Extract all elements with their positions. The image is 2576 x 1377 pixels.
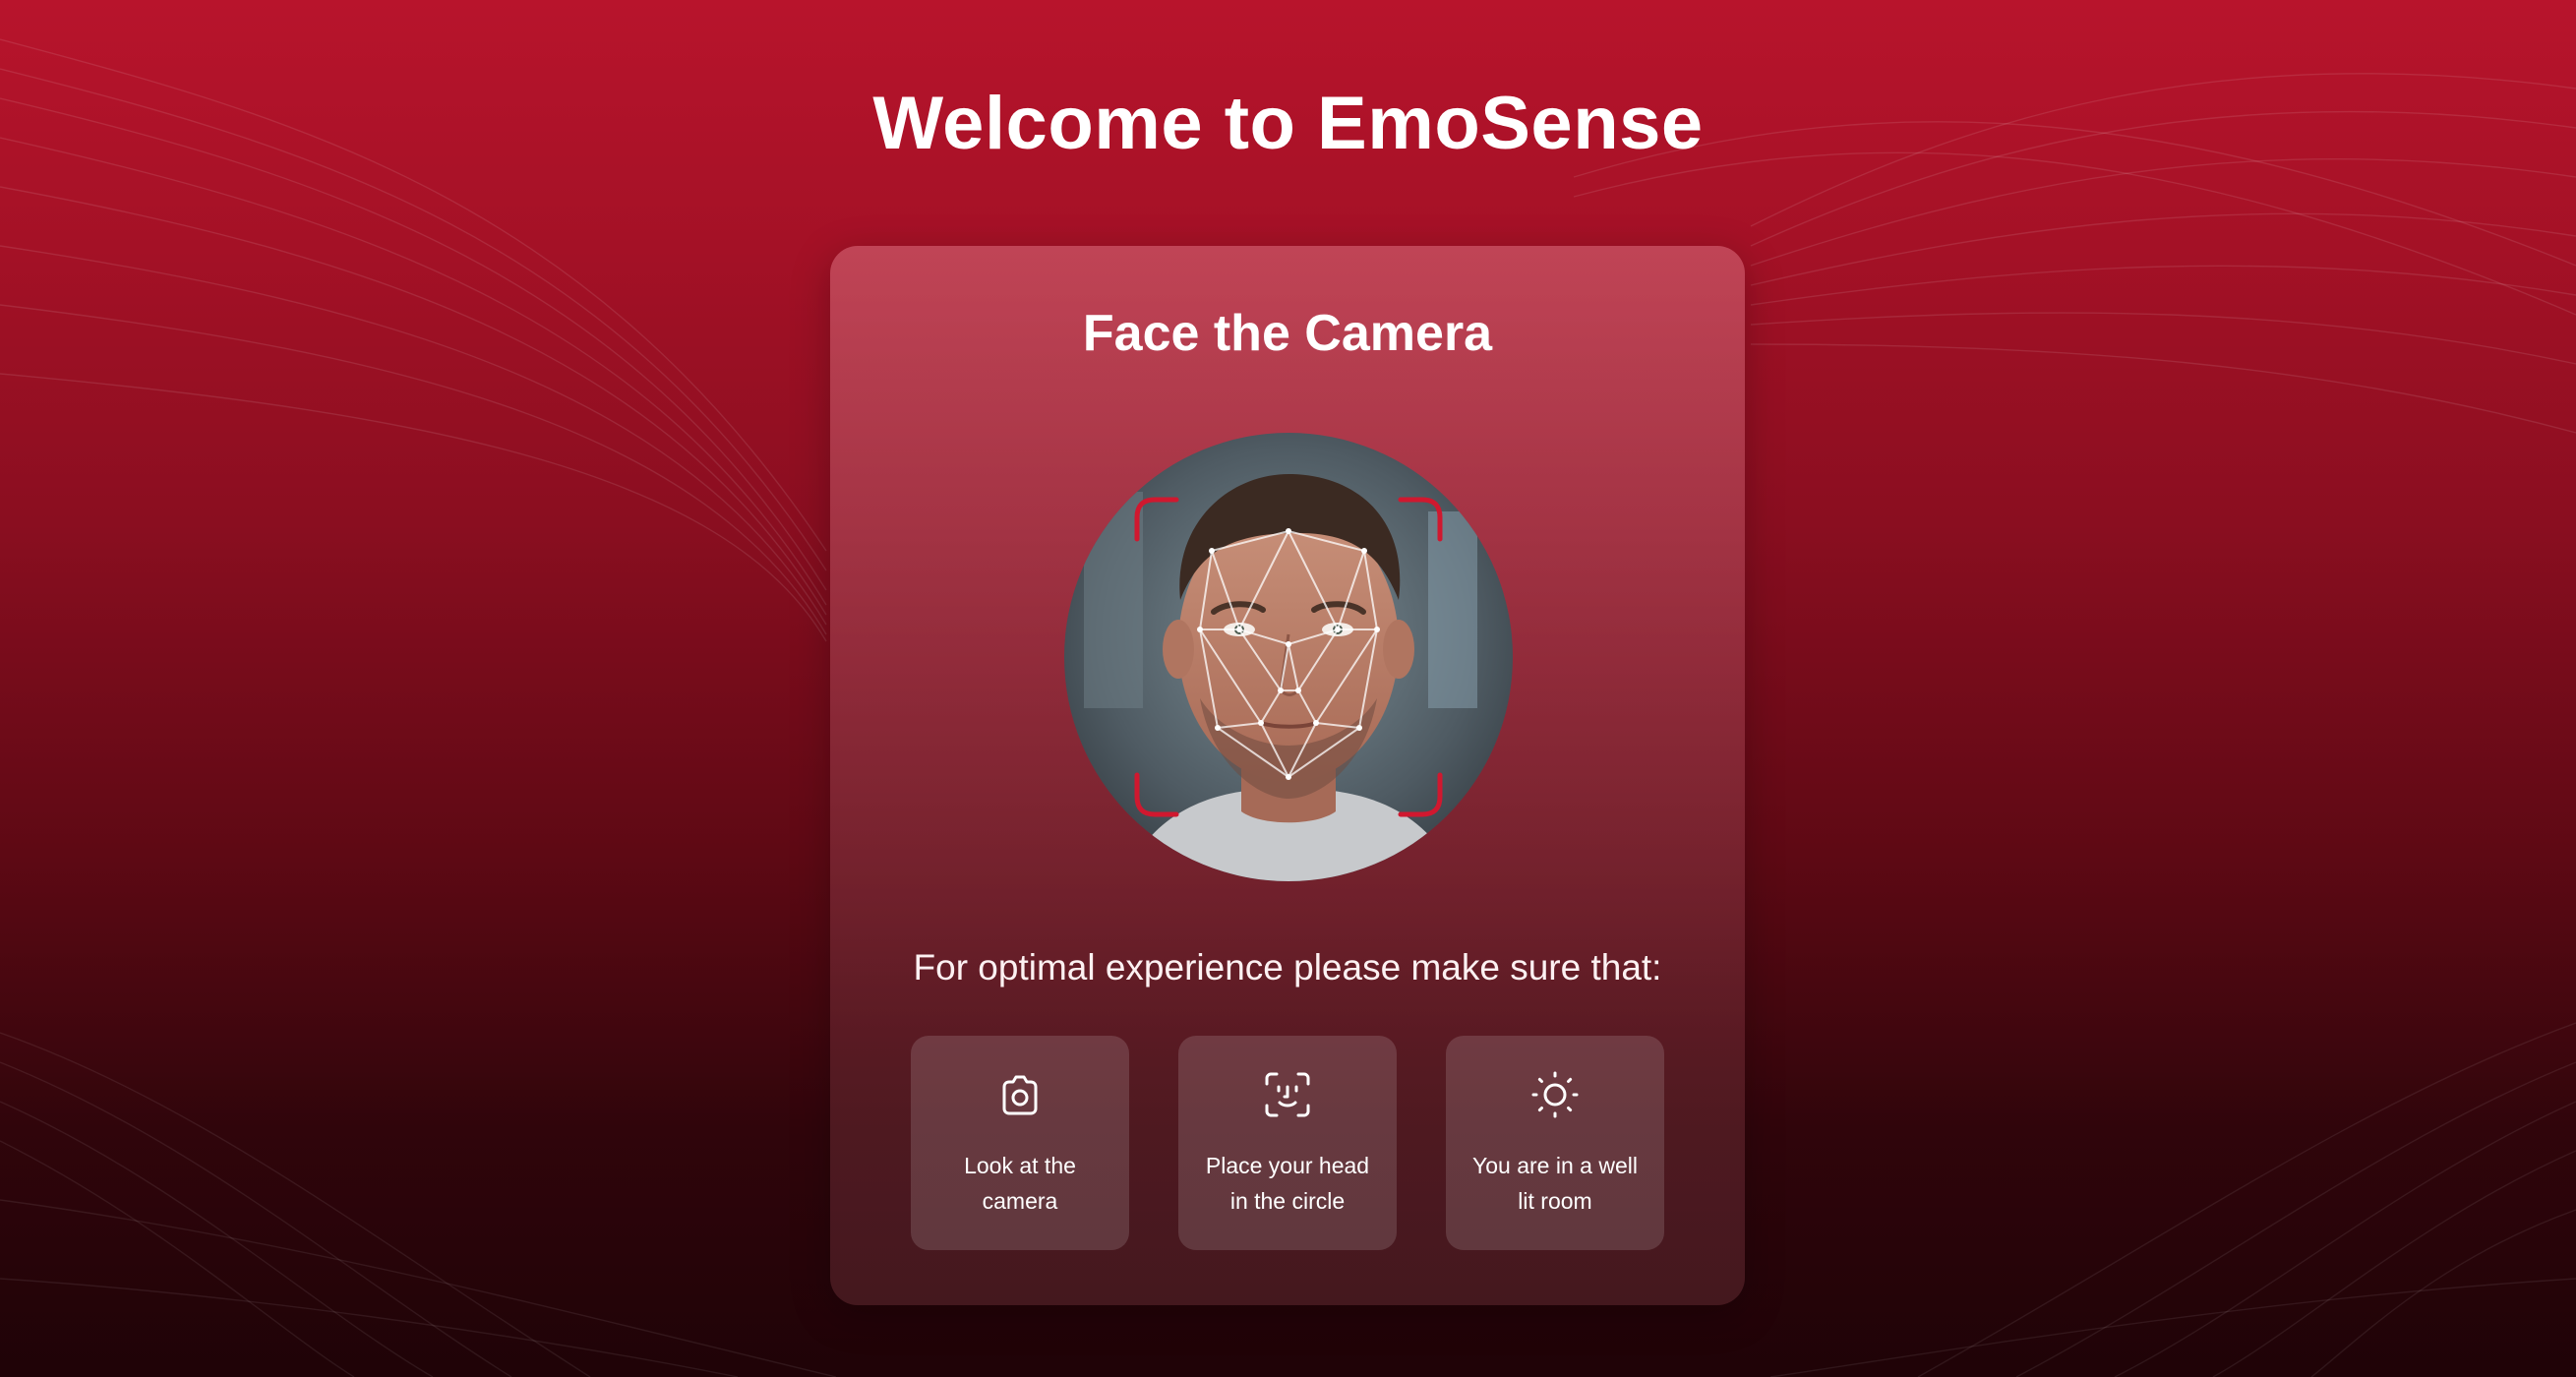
face-camera-card: Face the Camera For optimal experience p… xyxy=(830,246,1745,1305)
page-title: Welcome to EmoSense xyxy=(872,82,1704,165)
face-scan-preview xyxy=(1064,433,1513,881)
tips-list: Look at the camera Place your head in th… xyxy=(911,1036,1664,1250)
face-scan-photo xyxy=(1064,433,1513,881)
tip-card-head-in-circle: Place your head in the circle xyxy=(1178,1036,1397,1250)
instructions-text: For optimal experience please make sure … xyxy=(913,947,1662,988)
camera-icon xyxy=(1002,1075,1038,1115)
face-id-icon xyxy=(1265,1072,1310,1117)
tip-label: Place your head in the circle xyxy=(1205,1153,1370,1214)
sun-icon xyxy=(1531,1071,1579,1118)
tip-card-look-at-camera: Look at the camera xyxy=(911,1036,1129,1250)
tip-card-well-lit-room: You are in a well lit room xyxy=(1446,1036,1664,1250)
tip-label: You are in a well lit room xyxy=(1472,1153,1638,1214)
card-title: Face the Camera xyxy=(1082,305,1493,362)
tip-label: Look at the camera xyxy=(964,1153,1076,1214)
